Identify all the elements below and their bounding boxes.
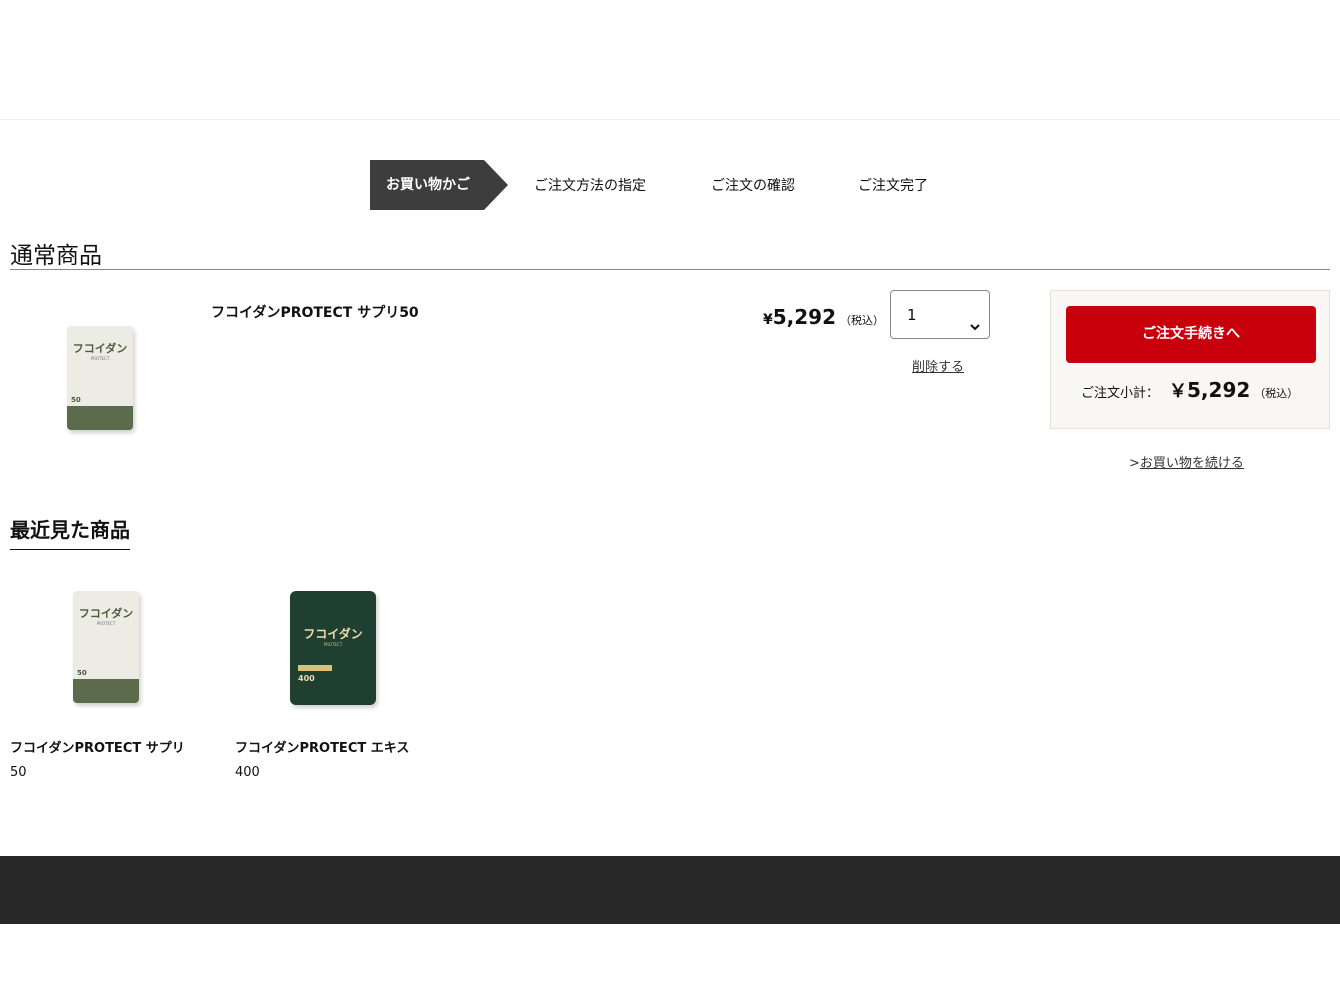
recent-item-name-line2: 400 bbox=[235, 765, 260, 780]
pouch-tag bbox=[298, 665, 332, 671]
step-order-complete: ご注文完了 bbox=[858, 178, 928, 194]
pouch-sublabel: PROTECT bbox=[90, 356, 110, 361]
pouch-band bbox=[67, 406, 133, 430]
currency-symbol: ¥ bbox=[763, 312, 773, 328]
delete-link[interactable]: 削除する bbox=[912, 356, 964, 375]
pouch-label: フコイダン bbox=[72, 342, 128, 355]
subtotal-currency: ￥ bbox=[1169, 381, 1188, 402]
section-title-normal-products: 通常商品 bbox=[10, 243, 102, 269]
continue-shopping-link[interactable]: >お買い物を続ける bbox=[1129, 452, 1244, 471]
pouch-label: フコイダン bbox=[303, 627, 363, 641]
recent-item-name-supplement[interactable]: フコイダンPROTECT サプリ 50 bbox=[10, 737, 185, 785]
tax-note: （税込） bbox=[840, 314, 885, 327]
step-order-confirm: ご注文の確認 bbox=[711, 178, 795, 194]
step-cart-active: お買い物かご bbox=[370, 160, 508, 210]
checkout-steps: お買い物かご ご注文方法の指定 ご注文の確認 ご注文完了 bbox=[370, 160, 928, 210]
chevron-down-icon bbox=[969, 305, 981, 354]
recent-product-image-extract[interactable]: フコイダン PROTECT 400 bbox=[290, 591, 376, 705]
checkout-button[interactable]: ご注文手続きへ bbox=[1066, 306, 1316, 363]
cart-item-price: ¥5,292 （税込） bbox=[763, 305, 884, 329]
pouch-sublabel: PROTECT bbox=[323, 642, 343, 647]
price-amount: 5,292 bbox=[772, 305, 837, 329]
subtotal-amount: 5,292 bbox=[1187, 378, 1251, 402]
order-subtotal: ご注文小計： ￥5,292 （税込） bbox=[1081, 377, 1298, 403]
pouch-sublabel: PROTECT bbox=[96, 621, 116, 626]
pouch-label: フコイダン bbox=[78, 607, 134, 620]
footer bbox=[0, 856, 1340, 924]
continue-prefix: > bbox=[1129, 456, 1140, 471]
pouch-badge: 50 bbox=[77, 669, 87, 677]
subtotal-label: ご注文小計： bbox=[1081, 386, 1160, 401]
pouch-band bbox=[73, 679, 139, 703]
subtotal-tax-note: （税込） bbox=[1254, 387, 1299, 400]
header-area bbox=[0, 0, 1340, 120]
recent-item-name-line1: フコイダンPROTECT サプリ bbox=[10, 741, 185, 756]
section-title-recently-viewed: 最近見た商品 bbox=[10, 514, 130, 550]
recent-item-name-line2: 50 bbox=[10, 765, 27, 780]
pouch-badge: 400 bbox=[298, 674, 315, 683]
quantity-select[interactable]: 1 bbox=[890, 290, 990, 339]
order-summary-box: ご注文手続きへ ご注文小計： ￥5,292 （税込） bbox=[1050, 290, 1330, 429]
step-order-method: ご注文方法の指定 bbox=[534, 178, 646, 194]
recent-item-name-line1: フコイダンPROTECT エキス bbox=[235, 741, 410, 756]
continue-label: お買い物を続ける bbox=[1139, 456, 1244, 471]
cart-item-name[interactable]: フコイダンPROTECT サプリ50 bbox=[211, 302, 419, 322]
recent-product-image-supplement[interactable]: フコイダン PROTECT 50 bbox=[73, 591, 139, 703]
recent-item-name-extract[interactable]: フコイダンPROTECT エキス 400 bbox=[235, 737, 409, 785]
quantity-value: 1 bbox=[907, 306, 917, 324]
pouch-badge: 50 bbox=[71, 396, 81, 404]
section-divider bbox=[10, 269, 1330, 270]
cart-product-image[interactable]: フコイダン PROTECT 50 bbox=[67, 326, 133, 430]
